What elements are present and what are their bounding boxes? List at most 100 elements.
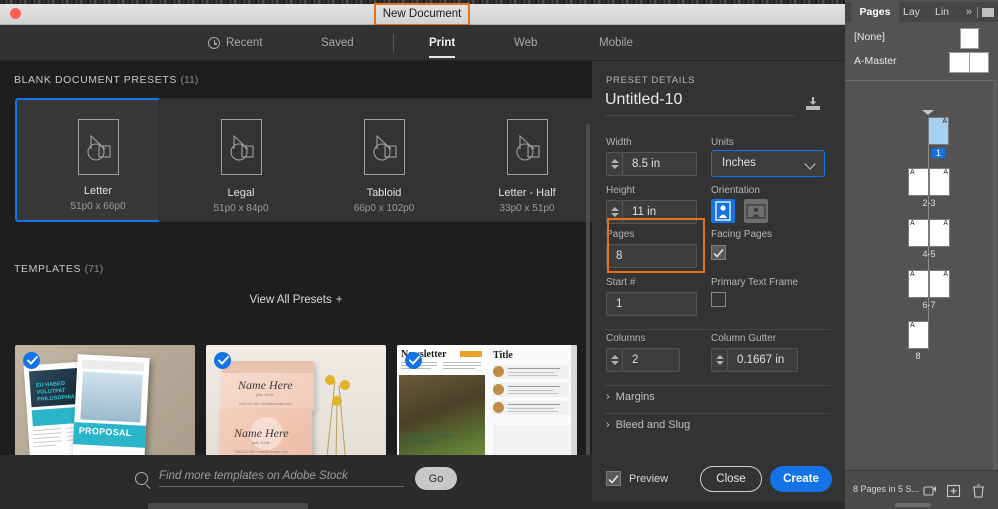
width-field[interactable]: [622, 152, 697, 176]
page-thumbnail[interactable]: A: [908, 219, 929, 247]
new-document-dialog: New Document Recent Saved Print Web Mobi…: [0, 0, 998, 509]
stepper-down-icon[interactable]: [611, 213, 619, 217]
width-label: Width: [606, 137, 632, 148]
preset-name: Tabloid: [367, 187, 402, 199]
page-glyph-icon: [364, 119, 405, 175]
stepper-down-icon[interactable]: [716, 361, 724, 365]
chevron-down-icon: [804, 158, 815, 169]
search-go-button[interactable]: Go: [415, 467, 457, 490]
units-select[interactable]: Inches: [711, 150, 825, 177]
page-glyph-icon: [221, 119, 262, 175]
facing-pages-checkbox[interactable]: [711, 245, 726, 260]
page-label: 4-5: [916, 249, 942, 259]
preset-card-letter-half[interactable]: Letter - Half 33p0 x 51p0: [444, 98, 592, 222]
page-thumbnail[interactable]: A: [908, 168, 929, 196]
edit-page-size-icon[interactable]: [923, 484, 938, 498]
preset-name: Letter: [84, 185, 112, 197]
view-all-presets-label: View All Presets: [250, 294, 332, 306]
page-master-letter: A: [910, 220, 915, 227]
view-all-presets-button[interactable]: View All Presets+: [0, 294, 592, 306]
height-stepper[interactable]: [606, 200, 622, 224]
margins-disclosure[interactable]: ›Margins: [606, 391, 655, 403]
preset-card-tabloid[interactable]: Tabloid 66p0 x 102p0: [301, 98, 467, 222]
preset-card-legal[interactable]: Legal 51p0 x 84p0: [158, 98, 324, 222]
stepper-up-icon[interactable]: [611, 207, 619, 211]
orientation-portrait-button[interactable]: [711, 199, 735, 223]
page-label: 2-3: [916, 198, 942, 208]
width-stepper[interactable]: [606, 152, 622, 176]
tab-mobile[interactable]: Mobile: [599, 25, 633, 61]
stepper-up-icon[interactable]: [611, 159, 619, 163]
gutter-input[interactable]: [737, 349, 797, 371]
gutter-stepper[interactable]: [711, 348, 727, 372]
start-number-label: Start #: [606, 277, 635, 288]
indesign-doc-glyph: [515, 133, 543, 163]
preset-dimensions: 51p0 x 66p0: [70, 201, 125, 212]
page-thumbnail[interactable]: A: [929, 270, 950, 298]
stepper-down-icon[interactable]: [611, 165, 619, 169]
preset-card-letter[interactable]: Letter 51p0 x 66p0: [15, 98, 181, 222]
window-title: New Document: [378, 6, 466, 23]
content-scrollbar-thumb[interactable]: [586, 124, 590, 484]
start-number-field[interactable]: [606, 292, 697, 316]
columns-stepper[interactable]: [606, 348, 622, 372]
panel-overflow-icon[interactable]: »: [966, 2, 972, 22]
save-preset-icon[interactable]: [803, 96, 823, 112]
width-input[interactable]: [632, 153, 696, 175]
pages-input[interactable]: [616, 245, 696, 267]
page-thumbnail[interactable]: A: [929, 168, 950, 196]
template-thumbnail: Newsletter Ut aute europa nullaccimputat…: [397, 345, 577, 469]
panel-menu-icon[interactable]: [982, 8, 994, 17]
page-thumbnail[interactable]: A: [928, 117, 949, 145]
divider-2: [605, 385, 831, 386]
page-glyph-icon: [78, 119, 119, 175]
bleed-slug-disclosure[interactable]: ›Bleed and Slug: [606, 419, 690, 431]
height-input[interactable]: [632, 201, 696, 223]
height-field[interactable]: [622, 200, 697, 224]
tab-print[interactable]: Print: [429, 25, 455, 61]
collapse-arrow-icon[interactable]: [922, 110, 934, 115]
tab-recent[interactable]: Recent: [208, 25, 262, 61]
master-row-a-master[interactable]: A-Master: [845, 50, 998, 76]
new-page-icon[interactable]: [946, 484, 961, 498]
check-icon: [607, 474, 620, 485]
columns-input[interactable]: [632, 349, 679, 371]
delete-page-icon[interactable]: [972, 484, 985, 498]
preset-dimensions: 33p0 x 51p0: [499, 203, 554, 214]
stepper-up-icon[interactable]: [716, 355, 724, 359]
document-name-input[interactable]: [605, 91, 795, 116]
close-button[interactable]: Close: [700, 466, 762, 492]
preset-name: Legal: [228, 187, 255, 199]
page-master-letter: A: [942, 118, 947, 125]
orientation-landscape-button[interactable]: [744, 199, 768, 223]
landscape-icon: [744, 199, 768, 223]
template-thumbnail: EU HABEOVOLUTPATPHILOSOPHIA PROPOSAL: [15, 345, 195, 469]
panel-horizontal-scrollbar[interactable]: [895, 503, 931, 507]
panel-scrollbar[interactable]: [993, 80, 997, 480]
panel-tab-pages[interactable]: Pages: [851, 2, 899, 22]
window-bottom-edge: [0, 502, 845, 509]
page-thumbnail[interactable]: A: [929, 219, 950, 247]
tab-saved[interactable]: Saved: [321, 25, 354, 61]
tab-print-label: Print: [429, 37, 455, 49]
panel-tab-links[interactable]: Lin: [935, 2, 961, 22]
page-thumbnail[interactable]: A: [908, 270, 929, 298]
columns-field[interactable]: [622, 348, 680, 372]
page-thumbnail[interactable]: A: [908, 321, 929, 349]
panel-tab-layers-label: Lay: [903, 6, 920, 18]
primary-text-frame-checkbox[interactable]: [711, 292, 726, 307]
gutter-field[interactable]: [727, 348, 798, 372]
stepper-up-icon[interactable]: [611, 355, 619, 359]
create-button[interactable]: Create: [770, 466, 832, 492]
pages-field[interactable]: [606, 244, 697, 268]
start-number-input[interactable]: [616, 293, 696, 315]
preview-checkbox[interactable]: [606, 471, 621, 486]
search-input[interactable]: [159, 470, 404, 487]
window-close-button[interactable]: [10, 8, 21, 19]
master-row-none[interactable]: [None]: [845, 26, 998, 52]
panel-tab-layers[interactable]: Lay: [903, 2, 929, 22]
pages-status-text: 8 Pages in 5 S...: [853, 484, 919, 494]
tab-web[interactable]: Web: [514, 25, 537, 61]
stepper-down-icon[interactable]: [611, 361, 619, 365]
presets-heading: BLANK DOCUMENT PRESETS (11): [14, 74, 198, 86]
